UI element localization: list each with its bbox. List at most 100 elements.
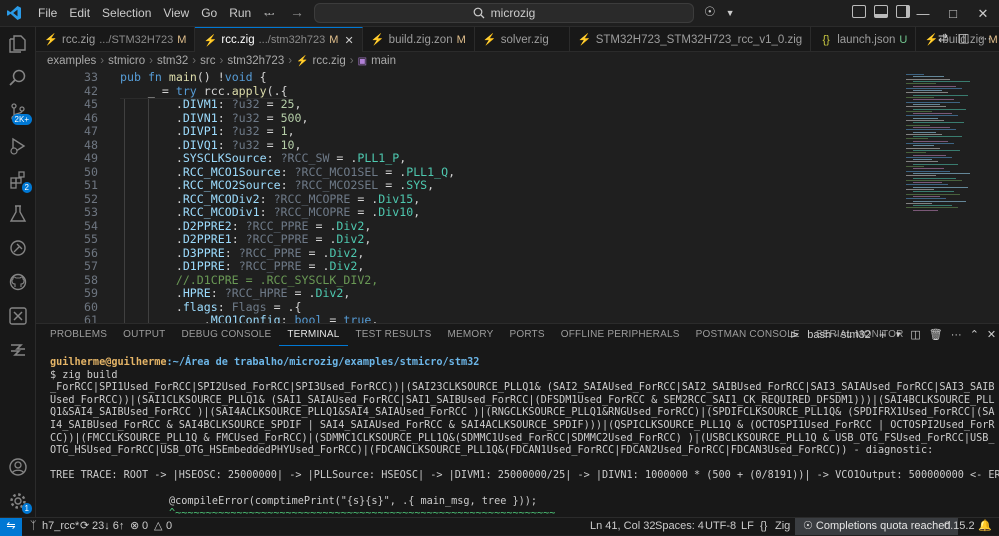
menu-view[interactable]: View (157, 0, 195, 27)
menu-edit[interactable]: Edit (63, 0, 96, 27)
code-line[interactable]: .DIVP1: ?u32 = 1, (120, 124, 295, 139)
split-terminal-icon[interactable]: ◫ (910, 328, 920, 341)
remote-explorer-icon[interactable] (6, 236, 30, 260)
code-line[interactable]: //.D1CPRE = .RCC_SYSCLK_DIV2, (120, 273, 378, 288)
code-line[interactable]: .SYSCLKSource: ?RCC_SW = .PLL1_P, (120, 151, 406, 166)
code-line[interactable]: .D3PPRE: ?RCC_PPRE = .Div2, (120, 246, 365, 261)
code-line[interactable]: .DIVM1: ?u32 = 25, (120, 97, 302, 112)
github-icon[interactable] (6, 270, 30, 294)
code-line[interactable]: .RCC_MCO2Source: ?RCC_MCO2SEL = .SYS, (120, 178, 434, 193)
status-bar: ⇋ ᛉ h7_rcc* ⟳ 23↓ 6↑ ⊗ 0 △ 0 Ln 41, Col … (0, 517, 999, 536)
split-editor-icon[interactable]: ◫ (958, 31, 969, 45)
zig-icon[interactable] (6, 338, 30, 362)
cursor-position[interactable]: Ln 41, Col 32 (590, 518, 655, 535)
x-extension-icon[interactable] (6, 304, 30, 328)
encoding[interactable]: UTF-8 (705, 518, 736, 535)
run-debug-icon[interactable] (6, 134, 30, 158)
editor-scrollbar[interactable] (990, 70, 999, 323)
tab-rcc-zig-STM32H723[interactable]: ⚡ rcc.zig .../STM32H723 M (36, 27, 196, 52)
menu-selection[interactable]: Selection (96, 0, 157, 27)
tab-problems[interactable]: PROBLEMS (36, 324, 115, 346)
minimap[interactable] (900, 70, 990, 323)
tab-solver-zig[interactable]: ⚡ solver.zig (475, 27, 570, 52)
search-icon[interactable] (6, 66, 30, 90)
explorer-icon[interactable] (6, 32, 30, 56)
more-actions-icon[interactable]: ··· (979, 31, 991, 45)
chevron-down-icon[interactable]: ▼ (894, 330, 902, 339)
code-line[interactable]: .D2PPRE2: ?RCC_PPRE = .Div2, (120, 219, 372, 234)
tab-test-results[interactable]: TEST RESULTS (348, 324, 440, 346)
breadcrumb-item[interactable]: stm32 (157, 55, 188, 67)
trash-icon[interactable]: 🗑 (929, 328, 943, 341)
error-count[interactable]: 0 (142, 518, 148, 535)
copilot-quota-status[interactable]: ☉ Completions quota reached (795, 518, 959, 535)
tab-launch-json[interactable]: {} launch.json U (811, 27, 917, 52)
breadcrumb-item[interactable]: main (371, 55, 396, 67)
account-icon[interactable] (6, 455, 30, 479)
close-icon[interactable]: ✕ (968, 6, 998, 22)
breadcrumb-item[interactable]: rcc.zig (313, 55, 346, 67)
menu-run[interactable]: Run (223, 0, 257, 27)
breadcrumb-item[interactable]: examples (47, 55, 96, 67)
close-panel-icon[interactable]: ✕ (987, 328, 996, 341)
code-line[interactable]: .flags: Flags = .{ (120, 300, 302, 315)
new-terminal-icon[interactable]: + (879, 327, 887, 342)
minimap-line (906, 202, 932, 204)
code-line[interactable]: .D2PPRE1: ?RCC_PPRE = .Div2, (120, 232, 372, 247)
tab-memory[interactable]: MEMORY (439, 324, 501, 346)
git-branch[interactable]: h7_rcc* (42, 518, 79, 535)
compare-changes-icon[interactable]: ⇄ (938, 31, 948, 45)
tab-ports[interactable]: PORTS (501, 324, 552, 346)
tab-rcc-zig-stm32h723[interactable]: ⚡ rcc.zig .../stm32h723 M ✕ (195, 27, 363, 52)
menu-file[interactable]: File (32, 0, 63, 27)
extensions-icon[interactable]: 2 (6, 168, 32, 193)
code-line[interactable]: .D1PPRE: ?RCC_PPRE = .Div2, (120, 259, 365, 274)
breadcrumb-item[interactable]: stm32h723 (227, 55, 284, 67)
forward-arrow-icon[interactable]: → (290, 4, 304, 20)
chevron-down-icon[interactable]: ▼ (726, 4, 735, 22)
close-tab-icon[interactable]: ✕ (344, 34, 353, 47)
toggle-panel-icon[interactable] (874, 5, 888, 18)
code-line[interactable]: .RCC_MCODiv1: ?RCC_MCOPRE = .Div10, (120, 205, 420, 220)
back-arrow-icon[interactable]: ← (262, 4, 276, 20)
code-line[interactable]: .MCO1Config: bool = true, (120, 313, 379, 323)
remote-indicator-icon[interactable]: ⇋ (0, 518, 22, 536)
tab-output[interactable]: OUTPUT (115, 324, 173, 346)
code-line[interactable]: .DIVQ1: ?u32 = 10, (120, 138, 302, 153)
testing-flask-icon[interactable] (6, 202, 30, 226)
menu-go[interactable]: Go (195, 0, 223, 27)
minimap-line (913, 85, 956, 87)
maximize-panel-icon[interactable]: ⌃ (970, 328, 979, 341)
terminal-output[interactable]: guilherme@guilherme:~/Área de trabalho/m… (50, 357, 999, 521)
maximize-icon[interactable]: □ (938, 6, 968, 21)
line-ending[interactable]: LF (741, 518, 754, 535)
toggle-sidebar-icon[interactable] (852, 5, 866, 18)
minimap-line (906, 129, 956, 131)
source-control-icon[interactable]: 2K+ (6, 100, 32, 125)
breadcrumb-item[interactable]: stmicro (108, 55, 145, 67)
more-actions-icon[interactable]: ··· (951, 329, 962, 341)
zig-version[interactable]: 0.15.2 (944, 518, 975, 535)
settings-gear-icon[interactable]: 1 (6, 489, 32, 514)
code-line[interactable]: .DIVN1: ?u32 = 500, (120, 111, 309, 126)
language-mode[interactable]: Zig (775, 518, 790, 535)
minimize-icon[interactable]: — (908, 6, 938, 21)
code-line[interactable]: .HPRE: ?RCC_HPRE = .Div2, (120, 286, 351, 301)
copilot-icon[interactable]: ☉ (704, 4, 716, 22)
tab-stm32h723-rcc-v1-zig[interactable]: ⚡ STM32H723_STM32H723_rcc_v1_0.zig (570, 27, 812, 52)
notifications-bell-icon[interactable]: 🔔 (978, 518, 992, 535)
code-line[interactable]: .RCC_MCO1Source: ?RCC_MCO1SEL = .PLL1_Q, (120, 165, 455, 180)
command-center-search[interactable]: microzig (314, 3, 694, 23)
code-editor[interactable]: 33 pub fn main() !void {42 _ = try rcc.ap… (36, 70, 900, 323)
tab-build-zig-zon[interactable]: ⚡ build.zig.zon M (363, 27, 475, 52)
terminal-name[interactable]: bash - stm32 (807, 329, 871, 341)
tab-terminal[interactable]: TERMINAL (279, 324, 348, 346)
warning-count[interactable]: 0 (166, 518, 172, 535)
terminal-tree-trace: TREE TRACE: ROOT -> |HSEOSC: 25000000| -… (50, 470, 999, 482)
tab-offline-peripherals[interactable]: OFFLINE PERIPHERALS (553, 324, 688, 346)
code-line[interactable]: .RCC_MCODiv2: ?RCC_MCOPRE = .Div15, (120, 192, 420, 207)
indentation[interactable]: Spaces: 4 (655, 518, 704, 535)
breadcrumb-item[interactable]: src (200, 55, 215, 67)
tab-debug-console[interactable]: DEBUG CONSOLE (173, 324, 279, 346)
git-sync-status[interactable]: 23↓ 6↑ (92, 518, 124, 535)
